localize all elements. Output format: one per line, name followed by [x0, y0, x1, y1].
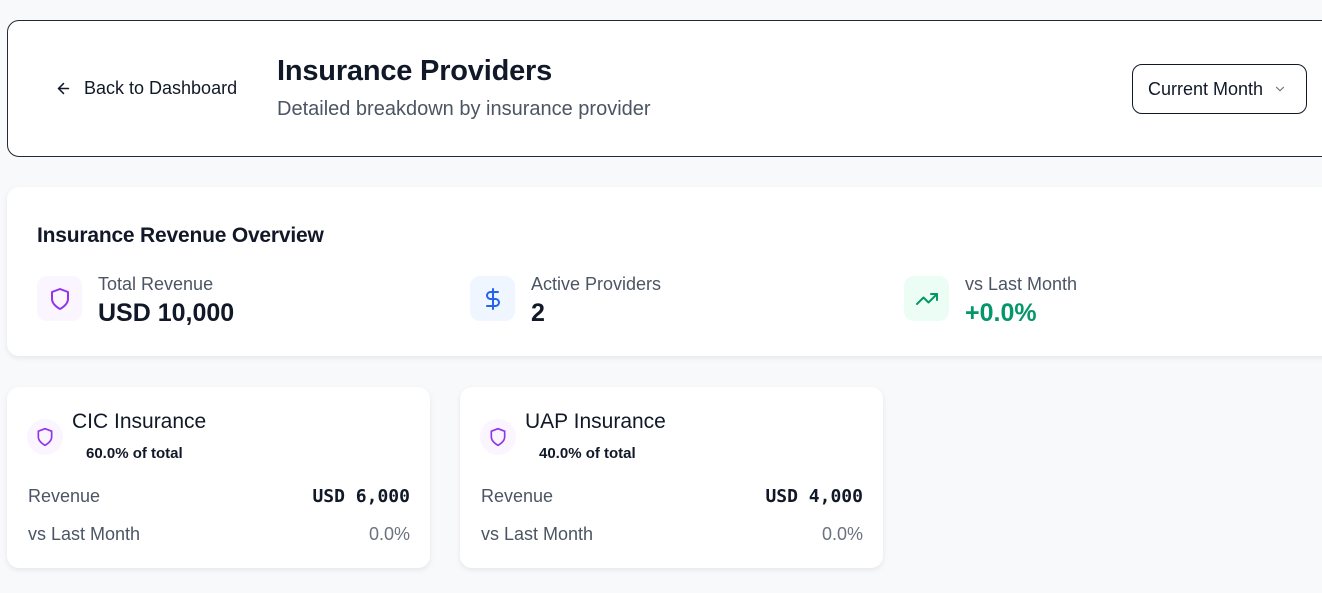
revenue-value: USD 6,000 [312, 486, 410, 507]
dollar-icon [470, 276, 515, 321]
revenue-row: Revenue USD 6,000 [28, 486, 410, 507]
stat-total-revenue: Total Revenue USD 10,000 [37, 274, 234, 328]
chevron-down-icon [1275, 86, 1285, 92]
back-link-label: Back to Dashboard [84, 78, 238, 98]
title-block: Insurance Providers Detailed breakdown b… [277, 55, 651, 121]
provider-card-cic[interactable]: CIC Insurance 60.0% of total Revenue USD… [7, 387, 430, 568]
change-row: vs Last Month 0.0% [481, 524, 863, 545]
provider-name: UAP Insurance [525, 410, 666, 433]
shield-icon [480, 419, 516, 455]
stat-vs-last-month: vs Last Month +0.0% [904, 274, 1077, 328]
page-header: Back to Dashboard Insurance Providers De… [7, 20, 1322, 157]
provider-share: 40.0% of total [539, 445, 636, 462]
revenue-value: USD 4,000 [765, 486, 863, 507]
page-subtitle: Detailed breakdown by insurance provider [277, 98, 651, 120]
change-value: 0.0% [821, 524, 863, 544]
revenue-row: Revenue USD 4,000 [481, 486, 863, 507]
page-title: Insurance Providers [277, 55, 553, 87]
period-select-value: Current Month [1148, 78, 1264, 99]
period-select[interactable]: Current Month [1132, 64, 1307, 114]
change-value: 0.0% [368, 524, 410, 544]
stat-value: USD 10,000 [98, 299, 235, 327]
provider-card-uap[interactable]: UAP Insurance 40.0% of total Revenue USD… [460, 387, 883, 568]
provider-share: 60.0% of total [86, 445, 183, 462]
shield-icon [27, 419, 63, 455]
arrow-left-icon [57, 82, 70, 95]
change-label: vs Last Month [28, 524, 141, 544]
stat-label: Total Revenue [98, 274, 214, 294]
stat-label: vs Last Month [965, 274, 1078, 294]
stat-label: Active Providers [531, 274, 662, 294]
revenue-label: Revenue [28, 486, 101, 506]
stat-value: +0.0% [965, 299, 1037, 327]
revenue-overview-card: Insurance Revenue Overview Total Revenue… [7, 187, 1322, 356]
back-to-dashboard-link[interactable]: Back to Dashboard [55, 78, 237, 99]
revenue-label: Revenue [481, 486, 554, 506]
shield-icon [37, 276, 82, 321]
provider-name: CIC Insurance [72, 410, 207, 433]
change-row: vs Last Month 0.0% [28, 524, 410, 545]
stat-active-providers: Active Providers 2 [470, 274, 661, 328]
trending-up-icon [904, 276, 949, 321]
change-label: vs Last Month [481, 524, 594, 544]
stat-value: 2 [531, 299, 545, 327]
overview-title: Insurance Revenue Overview [37, 224, 324, 247]
